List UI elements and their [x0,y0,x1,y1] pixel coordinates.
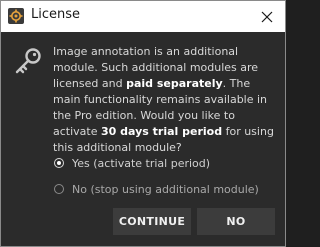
license-message: Image annotation is an additional module… [53,44,279,156]
radio-no[interactable] [54,184,64,194]
close-button[interactable] [249,1,285,32]
window-title: License [31,7,81,22]
continue-button[interactable]: CONTINUE [113,208,191,235]
no-button[interactable]: NO [197,208,275,235]
message-emphasis-trial: 30 days trial period [101,125,223,138]
option-yes[interactable]: Yes (activate trial period) [54,155,210,171]
title-bar: License [1,1,285,32]
option-no[interactable]: No (stop using additional module) [54,181,259,197]
option-no-label: No (stop using additional module) [72,182,259,196]
key-icon [15,48,41,74]
close-icon [261,11,273,22]
option-yes-label: Yes (activate trial period) [72,156,211,170]
license-dialog: License Image annotation is an additiona… [0,0,286,247]
radio-yes[interactable] [54,158,64,168]
dialog-body: Image annotation is an additional module… [1,32,285,246]
message-emphasis-paid: paid separately [126,77,223,90]
gear-icon [8,8,24,24]
